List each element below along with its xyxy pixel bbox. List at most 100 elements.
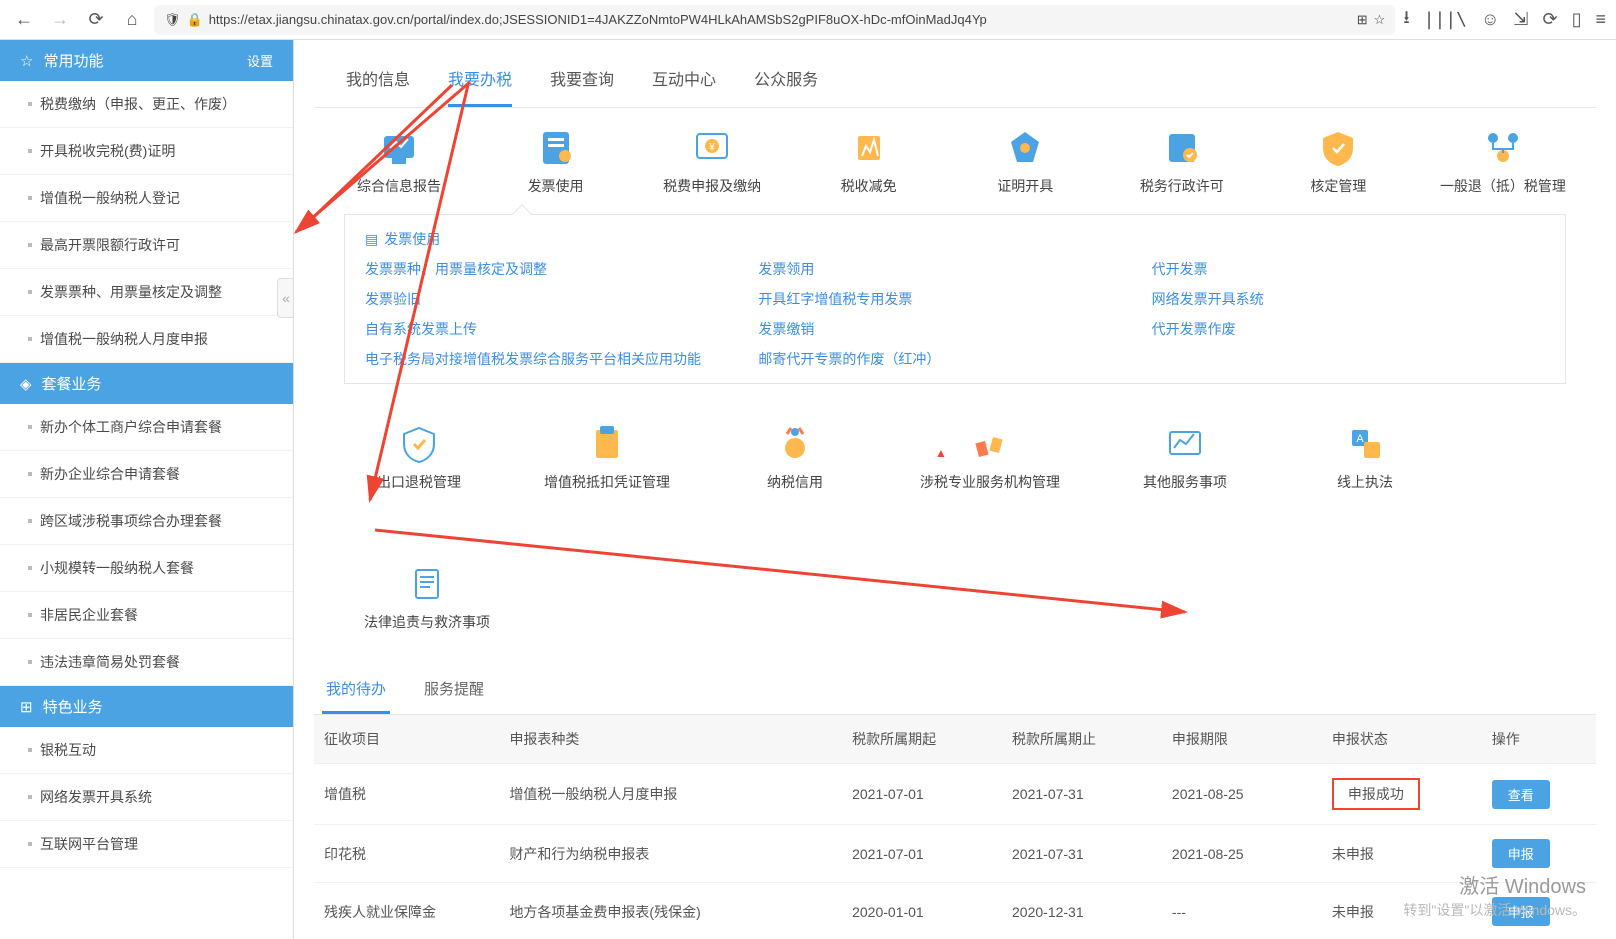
col-header-2: 税款所属期起 [842, 715, 1002, 764]
sidebar-feature-item-0[interactable]: 银税互动 [0, 727, 293, 774]
sidebar-common-item-5[interactable]: 增值税一般纳税人月度申报 [0, 316, 293, 363]
invoice-link-0-1[interactable]: 发票验旧 [365, 289, 758, 309]
service-icon: ¥ [689, 126, 735, 168]
service2-tile-1[interactable]: 增值税抵扣凭证管理 [544, 422, 670, 492]
sidebar-feature-item-1[interactable]: 网络发票开具系统 [0, 774, 293, 821]
invoice-link-2-1[interactable]: 网络发票开具系统 [1152, 289, 1545, 309]
top-tab-0[interactable]: 我的信息 [346, 48, 410, 107]
service2-tile-2[interactable]: 纳税信用 [740, 422, 850, 492]
service-tile-1[interactable]: 发票使用 [501, 126, 611, 196]
action-cell: 查看 [1482, 764, 1596, 825]
service2-tile-4[interactable]: 其他服务事项 [1130, 422, 1240, 492]
service-icon [533, 126, 579, 168]
sidebar-setting-link[interactable]: 设置 [247, 51, 273, 70]
sidebar-item-label: 开具税收完税(费)证明 [40, 141, 175, 161]
library-icon[interactable]: |||\ [1424, 9, 1467, 30]
sidebar-package-item-5[interactable]: 违法违章简易处罚套餐 [0, 639, 293, 686]
bullet-icon [28, 566, 32, 570]
sidebar-collapse-button[interactable]: « [277, 278, 294, 318]
lock-icon: 🔒 [187, 12, 203, 28]
service-label: 核定管理 [1310, 176, 1366, 196]
col-header-0: 征收项目 [314, 715, 499, 764]
back-button[interactable]: ← [10, 6, 38, 34]
service-tile-7[interactable]: 一般退（抵）税管理 [1440, 126, 1566, 196]
service-label: 税务行政许可 [1140, 176, 1224, 196]
service-label: 线上执法 [1337, 472, 1393, 492]
star-icon[interactable]: ☆ [1374, 12, 1386, 28]
row-action-button[interactable]: 查看 [1492, 780, 1550, 809]
invoice-link-2-2[interactable]: 代开发票作废 [1152, 319, 1545, 339]
table-cell: 2021-07-01 [842, 825, 1002, 883]
doc-icon: ▤ [365, 231, 378, 248]
lower-tab-0[interactable]: 我的待办 [322, 666, 390, 714]
col-header-3: 税款所属期止 [1002, 715, 1162, 764]
sidebar-item-label: 新办个体工商户综合申请套餐 [40, 417, 222, 437]
service-tile-0[interactable]: 综合信息报告 [344, 126, 454, 196]
sidebar-feature-item-2[interactable]: 互联网平台管理 [0, 821, 293, 868]
sidebar: ☆常用功能 设置 税费缴纳（申报、更正、作废）开具税收完税(费)证明增值税一般纳… [0, 40, 294, 939]
sidebar-common-item-1[interactable]: 开具税收完税(费)证明 [0, 128, 293, 175]
service-icon [1002, 126, 1048, 168]
service-tile-5[interactable]: 税务行政许可 [1127, 126, 1237, 196]
home-button[interactable]: ⌂ [118, 6, 146, 34]
sidebar-section-package: ◈套餐业务 [0, 363, 293, 404]
svg-text:¥: ¥ [708, 142, 715, 153]
sidebar-package-item-4[interactable]: 非居民企业套餐 [0, 592, 293, 639]
invoice-link-0-0[interactable]: 发票票种、用票量核定及调整 [365, 259, 758, 279]
grid-icon: ⊞ [20, 698, 33, 716]
svg-text:A: A [1356, 433, 1364, 445]
sidebar-item-label: 跨区域涉税事项综合办理套餐 [40, 511, 222, 531]
pocket-icon[interactable]: ⟳ [1542, 9, 1557, 30]
service2-tile-5[interactable]: A 线上执法 [1310, 422, 1420, 492]
invoice-link-2-0[interactable]: 代开发票 [1152, 259, 1545, 279]
forward-button[interactable]: → [46, 6, 74, 34]
reader-icon[interactable]: ⊞ [1357, 12, 1368, 28]
sidebar-common-item-4[interactable]: 发票票种、用票量核定及调整 [0, 269, 293, 316]
invoice-link-0-2[interactable]: 自有系统发票上传 [365, 319, 758, 339]
top-tab-4[interactable]: 公众服务 [754, 48, 818, 107]
top-tab-2[interactable]: 我要查询 [550, 48, 614, 107]
service-label: 税收减免 [841, 176, 897, 196]
invoice-link-1-3[interactable]: 邮寄代开专票的作废（红冲） [758, 349, 1151, 369]
service-tile-6[interactable]: 核定管理 [1283, 126, 1393, 196]
col-header-4: 申报期限 [1162, 715, 1322, 764]
invoice-link-1-2[interactable]: 发票缴销 [758, 319, 1151, 339]
invoice-link-0-3[interactable]: 电子税务局对接增值税发票综合服务平台相关应用功能 [365, 349, 758, 369]
service2-tile-6[interactable]: 法律追责与救济事项 [364, 562, 490, 632]
download-icon[interactable]: ⭳ [1403, 5, 1409, 35]
top-tab-3[interactable]: 互动中心 [652, 48, 716, 107]
service-icon [396, 422, 442, 464]
row-action-button[interactable]: 申报 [1492, 839, 1550, 868]
bullet-icon [28, 243, 32, 247]
service-tile-2[interactable]: ¥税费申报及缴纳 [657, 126, 767, 196]
sidebar-package-item-0[interactable]: 新办个体工商户综合申请套餐 [0, 404, 293, 451]
top-tab-1[interactable]: 我要办税 [448, 48, 512, 107]
sidebar-item-label: 互联网平台管理 [40, 834, 138, 854]
bullet-icon [28, 196, 32, 200]
sidebar-package-item-3[interactable]: 小规模转一般纳税人套餐 [0, 545, 293, 592]
sidebar-package-item-1[interactable]: 新办企业综合申请套餐 [0, 451, 293, 498]
account-icon[interactable]: ☺ [1481, 9, 1499, 30]
menu-icon[interactable]: ≡ [1595, 9, 1606, 30]
browser-right-icons: ⭳ |||\ ☺ ⇲ ⟳ ▯ ≡ [1403, 5, 1606, 35]
url-bar[interactable]: 🛡 🔒 https://etax.jiangsu.chinatax.gov.cn… [154, 5, 1395, 35]
lower-tab-1[interactable]: 服务提醒 [420, 666, 488, 714]
service-icon [1162, 422, 1208, 464]
sidebar-common-item-3[interactable]: 最高开票限额行政许可 [0, 222, 293, 269]
sidebar-package-title: 套餐业务 [42, 373, 102, 394]
table-cell: 2021-08-25 [1162, 764, 1322, 825]
sidebar-common-item-2[interactable]: 增值税一般纳税人登记 [0, 175, 293, 222]
invoice-link-1-0[interactable]: 发票领用 [758, 259, 1151, 279]
service-icon [404, 562, 450, 604]
extension-icon[interactable]: ⇲ [1513, 9, 1528, 30]
invoice-link-1-1[interactable]: 开具红字增值税专用发票 [758, 289, 1151, 309]
bullet-icon [28, 748, 32, 752]
service-tile-3[interactable]: 税收减免 [814, 126, 924, 196]
service-tile-4[interactable]: 证明开具 [970, 126, 1080, 196]
reload-button[interactable]: ⟳ [82, 6, 110, 34]
sidebar-common-item-0[interactable]: 税费缴纳（申报、更正、作废） [0, 81, 293, 128]
sidebar-package-item-2[interactable]: 跨区域涉税事项综合办理套餐 [0, 498, 293, 545]
service-icon [1480, 126, 1526, 168]
service2-tile-0[interactable]: 出口退税管理 [364, 422, 474, 492]
mobile-icon[interactable]: ▯ [1572, 9, 1582, 30]
